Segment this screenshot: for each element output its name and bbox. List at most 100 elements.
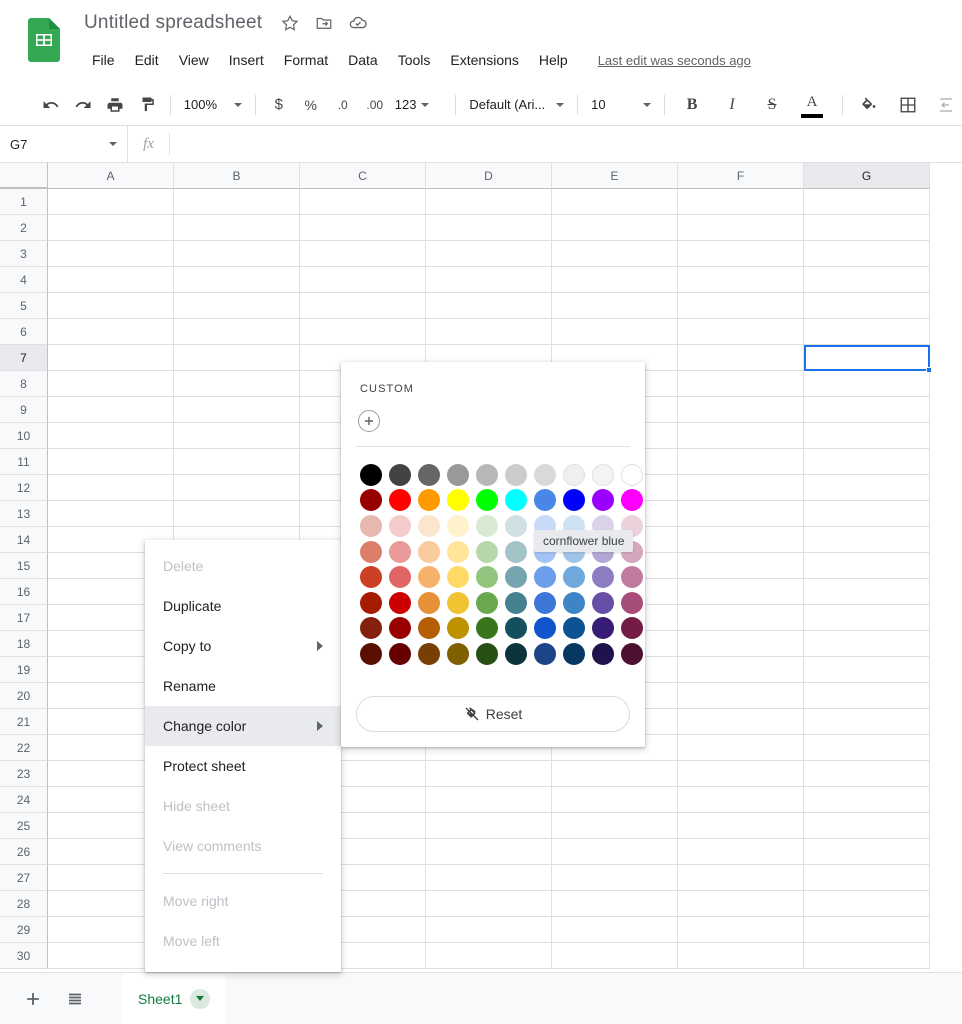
color-swatch-purple[interactable] [592, 489, 614, 511]
menu-tools[interactable]: Tools [390, 48, 439, 72]
color-swatch-dark-purple-1[interactable] [592, 592, 614, 614]
cell-D27[interactable] [426, 865, 552, 891]
cell-F28[interactable] [678, 891, 804, 917]
cell-F11[interactable] [678, 449, 804, 475]
cell-E4[interactable] [552, 267, 678, 293]
row-header-19[interactable]: 19 [0, 657, 48, 683]
cell-G25[interactable] [804, 813, 930, 839]
cell-D2[interactable] [426, 215, 552, 241]
cell-B5[interactable] [174, 293, 300, 319]
last-edit-status[interactable]: Last edit was seconds ago [598, 53, 751, 68]
color-swatch-light-cornflower-blue-1[interactable] [534, 566, 556, 588]
sheet-tab-menu-icon[interactable] [190, 989, 210, 1009]
more-formats-selector[interactable]: 123 [391, 91, 434, 119]
cell-E29[interactable] [552, 917, 678, 943]
color-swatch-light-purple-1[interactable] [592, 566, 614, 588]
color-swatch-light-cyan-3[interactable] [505, 515, 527, 537]
cell-F25[interactable] [678, 813, 804, 839]
cell-F22[interactable] [678, 735, 804, 761]
cell-B8[interactable] [174, 371, 300, 397]
cell-F29[interactable] [678, 917, 804, 943]
document-title[interactable]: Untitled spreadsheet [80, 10, 266, 36]
cloud-saved-icon[interactable] [348, 13, 368, 33]
cell-G3[interactable] [804, 241, 930, 267]
cell-B2[interactable] [174, 215, 300, 241]
color-swatch-magenta[interactable] [621, 489, 643, 511]
cell-G21[interactable] [804, 709, 930, 735]
cell-C1[interactable] [300, 189, 426, 215]
cell-F12[interactable] [678, 475, 804, 501]
cell-F7[interactable] [678, 345, 804, 371]
column-header-c[interactable]: C [300, 163, 426, 189]
cell-F18[interactable] [678, 631, 804, 657]
row-header-24[interactable]: 24 [0, 787, 48, 813]
row-header-2[interactable]: 2 [0, 215, 48, 241]
strikethrough-button[interactable]: S [758, 91, 786, 119]
cell-D28[interactable] [426, 891, 552, 917]
context-menu-item-change-color[interactable]: Change color [145, 706, 341, 746]
sheet-tab-sheet1[interactable]: Sheet1 [122, 973, 226, 1024]
color-swatch-light-orange-3[interactable] [418, 515, 440, 537]
cell-E1[interactable] [552, 189, 678, 215]
cell-F19[interactable] [678, 657, 804, 683]
cell-D5[interactable] [426, 293, 552, 319]
color-swatch-cyan[interactable] [505, 489, 527, 511]
column-header-e[interactable]: E [552, 163, 678, 189]
color-swatch-dark-blue-1[interactable] [563, 592, 585, 614]
color-swatch-light-green-1[interactable] [476, 566, 498, 588]
color-swatch-dark-orange-2[interactable] [418, 617, 440, 639]
chevron-down-icon[interactable] [109, 142, 117, 146]
menu-view[interactable]: View [171, 48, 217, 72]
color-swatch-light-red-1[interactable] [389, 566, 411, 588]
cell-F2[interactable] [678, 215, 804, 241]
cell-F13[interactable] [678, 501, 804, 527]
cell-F30[interactable] [678, 943, 804, 969]
zoom-selector[interactable]: 100% [178, 91, 248, 119]
print-icon[interactable] [101, 91, 129, 119]
fill-color-icon[interactable] [854, 91, 882, 119]
row-header-27[interactable]: 27 [0, 865, 48, 891]
cell-A5[interactable] [48, 293, 174, 319]
currency-format-button[interactable]: $ [265, 91, 293, 119]
context-menu-item-rename[interactable]: Rename [145, 666, 341, 706]
decrease-decimal-button[interactable]: .0 [329, 91, 357, 119]
cell-B7[interactable] [174, 345, 300, 371]
cell-A3[interactable] [48, 241, 174, 267]
reset-color-button[interactable]: Reset [356, 696, 630, 732]
color-swatch-dark-yellow-2[interactable] [447, 617, 469, 639]
color-swatch-green[interactable] [476, 489, 498, 511]
color-swatch-light-orange-1[interactable] [418, 566, 440, 588]
color-swatch-dark-yellow-1[interactable] [447, 592, 469, 614]
color-swatch-dark-red-3[interactable] [389, 643, 411, 665]
italic-button[interactable]: I [718, 91, 746, 119]
cell-G6[interactable] [804, 319, 930, 345]
color-swatch-dark-orange-1[interactable] [418, 592, 440, 614]
color-swatch-dark-red-1[interactable] [389, 592, 411, 614]
undo-icon[interactable] [37, 91, 65, 119]
cell-F20[interactable] [678, 683, 804, 709]
cell-G30[interactable] [804, 943, 930, 969]
cell-F17[interactable] [678, 605, 804, 631]
context-menu-item-protect-sheet[interactable]: Protect sheet [145, 746, 341, 786]
color-swatch-light-orange-2[interactable] [418, 541, 440, 563]
color-swatch-white[interactable] [621, 464, 643, 486]
cell-F5[interactable] [678, 293, 804, 319]
color-swatch-dark-cornflower-blue-3[interactable] [534, 643, 556, 665]
color-swatch-dark-cornflower-blue-1[interactable] [534, 592, 556, 614]
cell-C4[interactable] [300, 267, 426, 293]
color-swatch-dark-red-2[interactable] [389, 617, 411, 639]
color-swatch-blue[interactable] [563, 489, 585, 511]
cell-A7[interactable] [48, 345, 174, 371]
cell-E26[interactable] [552, 839, 678, 865]
cell-A2[interactable] [48, 215, 174, 241]
color-swatch-light-magenta-1[interactable] [621, 566, 643, 588]
font-family-selector[interactable]: Default (Ari... [463, 91, 570, 119]
color-swatch-red[interactable] [389, 489, 411, 511]
cell-B11[interactable] [174, 449, 300, 475]
color-swatch-light-gray-3[interactable] [592, 464, 614, 486]
color-swatch-light-gray-1[interactable] [534, 464, 556, 486]
color-swatch-light-cyan-2[interactable] [505, 541, 527, 563]
color-swatch-dark-green-1[interactable] [476, 592, 498, 614]
cell-G10[interactable] [804, 423, 930, 449]
row-header-11[interactable]: 11 [0, 449, 48, 475]
